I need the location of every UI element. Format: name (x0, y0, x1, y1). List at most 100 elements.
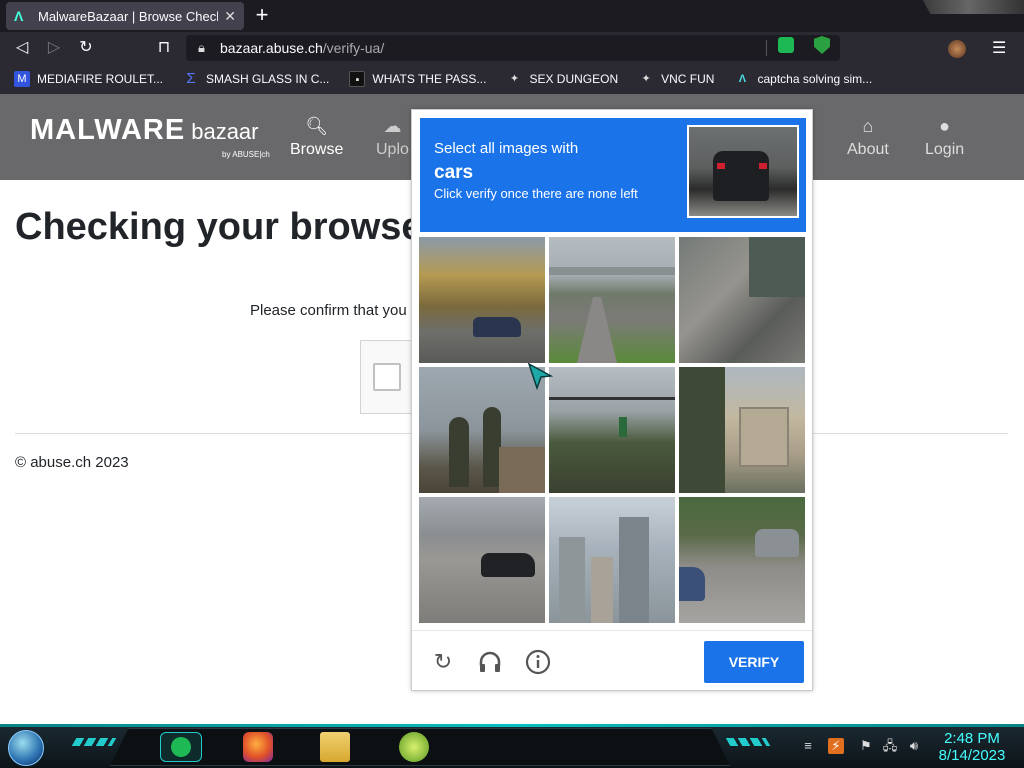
url-path: /verify-ua/ (322, 40, 385, 56)
bookmark-label: VNC FUN (661, 72, 715, 86)
bookmark-label: SMASH GLASS IN C... (206, 72, 330, 86)
captcha-footer: ↻ VERIFY (412, 630, 812, 691)
taskbar: ≡ ⚡ ⚑ 🖧︎ 🔊︎ 2:48 PM 8/14/2023 (0, 724, 1024, 768)
tile-palm-shape (449, 417, 469, 487)
nav-upload[interactable]: ☁ Uplo (376, 116, 409, 159)
prompt-line-1: Select all images with (434, 140, 579, 157)
lock-site-icon: ▪ (349, 71, 366, 87)
logo-by-text: by ABUSE|ch (222, 150, 270, 159)
tray-app-icon[interactable]: ⚡ (828, 738, 844, 754)
hamburger-menu-icon[interactable]: ☰ (992, 38, 1006, 58)
new-tab-button[interactable]: + (250, 4, 274, 28)
verify-button[interactable]: VERIFY (704, 641, 804, 683)
headphones-icon[interactable] (477, 649, 503, 675)
sample-image (687, 125, 799, 218)
grid-tile[interactable] (549, 497, 675, 623)
building-icon: ⌂ (862, 116, 874, 136)
bookmark-icon[interactable]: ⊓ (154, 38, 174, 58)
tile-tower-shape (559, 537, 585, 623)
prompt-line-3: Click verify once there are none left (434, 186, 638, 201)
taskbar-notes-app[interactable] (160, 732, 202, 762)
nav-label: About (847, 141, 889, 158)
user-icon: ● (939, 116, 951, 136)
tile-building-shape (739, 407, 789, 467)
close-tab-icon[interactable]: ✕ (224, 8, 236, 25)
firefox-icon[interactable] (243, 732, 273, 762)
bookmark-item[interactable]: ✦ SEX DUNGEON (506, 71, 618, 87)
mediafire-icon: M (14, 71, 30, 87)
confirm-text: Please confirm that you (250, 302, 407, 319)
sample-car-shape (713, 151, 769, 201)
site-logo[interactable]: MALWARE bazaar by ABUSE|ch (30, 114, 270, 159)
mouse-cursor-icon (527, 362, 553, 390)
bookmark-item[interactable]: Λ captcha solving sim... (734, 71, 872, 87)
grid-tile[interactable] (679, 367, 805, 493)
file-explorer-icon[interactable] (320, 732, 350, 762)
gear-site-icon: ✦ (641, 73, 651, 85)
tile-tower-shape (619, 517, 649, 623)
tile-wall-shape (749, 237, 805, 297)
tail-light (717, 163, 725, 169)
tray-menu-icon[interactable]: ≡ (800, 738, 816, 754)
tile-car-shape (755, 529, 799, 557)
info-icon[interactable] (525, 649, 551, 675)
clock-date: 8/14/2023 (938, 747, 1006, 764)
forward-icon[interactable]: ▷ (44, 38, 64, 58)
back-icon[interactable]: ◁ (12, 38, 32, 58)
bookmark-item[interactable]: ✦ VNC FUN (638, 71, 715, 87)
bookmark-item[interactable]: Σ SMASH GLASS IN C... (183, 71, 329, 87)
tile-path-shape (577, 297, 617, 363)
refresh-icon[interactable]: ↻ (430, 649, 456, 675)
bookmark-label: SEX DUNGEON (529, 72, 619, 86)
tile-car-shape (473, 317, 521, 337)
prompt-target: cars (434, 162, 474, 183)
bookmarks-bar: M MEDIAFIRE ROULET... Σ SMASH GLASS IN C… (0, 64, 1024, 94)
address-bar[interactable]: 🔒︎ bazaar.abuse.ch/verify-ua/ (186, 35, 840, 61)
reload-icon[interactable]: ↻ (76, 38, 96, 58)
a-logo-icon: Λ (738, 73, 747, 85)
image-grid (419, 237, 807, 625)
grid-tile[interactable] (679, 237, 805, 363)
network-icon[interactable]: 🖧︎ (882, 738, 898, 754)
grid-tile[interactable] (549, 367, 675, 493)
nav-label: Browse (290, 141, 344, 158)
grid-tile[interactable] (419, 237, 545, 363)
site-favicon-icon: Λ (14, 8, 24, 24)
taskbar-decoration (725, 738, 771, 746)
tile-tree-shape (679, 367, 725, 493)
bookmark-item[interactable]: ▪ WHATS THE PASS... (349, 71, 486, 87)
grid-tile[interactable] (549, 237, 675, 363)
lock-icon: 🔒︎ (198, 40, 205, 55)
nav-browse[interactable]: 🔍︎ Browse (290, 116, 343, 159)
flag-icon[interactable]: ⚑ (858, 738, 874, 754)
bookmark-label: captcha solving sim... (757, 72, 873, 86)
url-separator (766, 40, 767, 56)
notes-app-icon (171, 737, 191, 757)
grid-tile[interactable] (419, 497, 545, 623)
taskbar-decoration (71, 738, 117, 746)
profile-avatar[interactable] (948, 40, 966, 58)
taskbar-clock[interactable]: 2:48 PM 8/14/2023 (932, 730, 1012, 764)
bookmark-label: MEDIAFIRE ROULET... (37, 72, 164, 86)
nav-login[interactable]: ● Login (925, 116, 964, 159)
grid-tile[interactable] (679, 497, 805, 623)
gear-site-icon: ✦ (509, 73, 520, 85)
extension-notes-icon[interactable] (778, 37, 794, 53)
lime-app-icon[interactable] (399, 732, 429, 762)
volume-icon[interactable]: 🔊︎ (906, 738, 922, 754)
tile-roof-shape (499, 447, 545, 493)
sigma-icon: Σ (186, 70, 196, 87)
browser-tab[interactable]: Λ MalwareBazaar | Browse Checking ✕ (6, 2, 244, 30)
start-button[interactable] (8, 730, 44, 766)
logo-main-text: MALWARE (30, 114, 186, 146)
search-icon: 🔍︎ (305, 116, 329, 136)
nav-about[interactable]: ⌂ About (847, 116, 889, 159)
captcha-challenge: Select all images with cars Click verify… (411, 109, 813, 691)
captcha-prompt: Select all images with cars Click verify… (420, 118, 806, 232)
nav-label: Uplo (376, 141, 409, 158)
upload-icon: ☁ (383, 116, 402, 136)
captcha-checkbox[interactable] (373, 363, 401, 391)
bookmark-item[interactable]: M MEDIAFIRE ROULET... (14, 71, 163, 87)
footer-copyright: © abuse.ch 2023 (15, 454, 129, 471)
nav-label: Login (925, 141, 965, 158)
